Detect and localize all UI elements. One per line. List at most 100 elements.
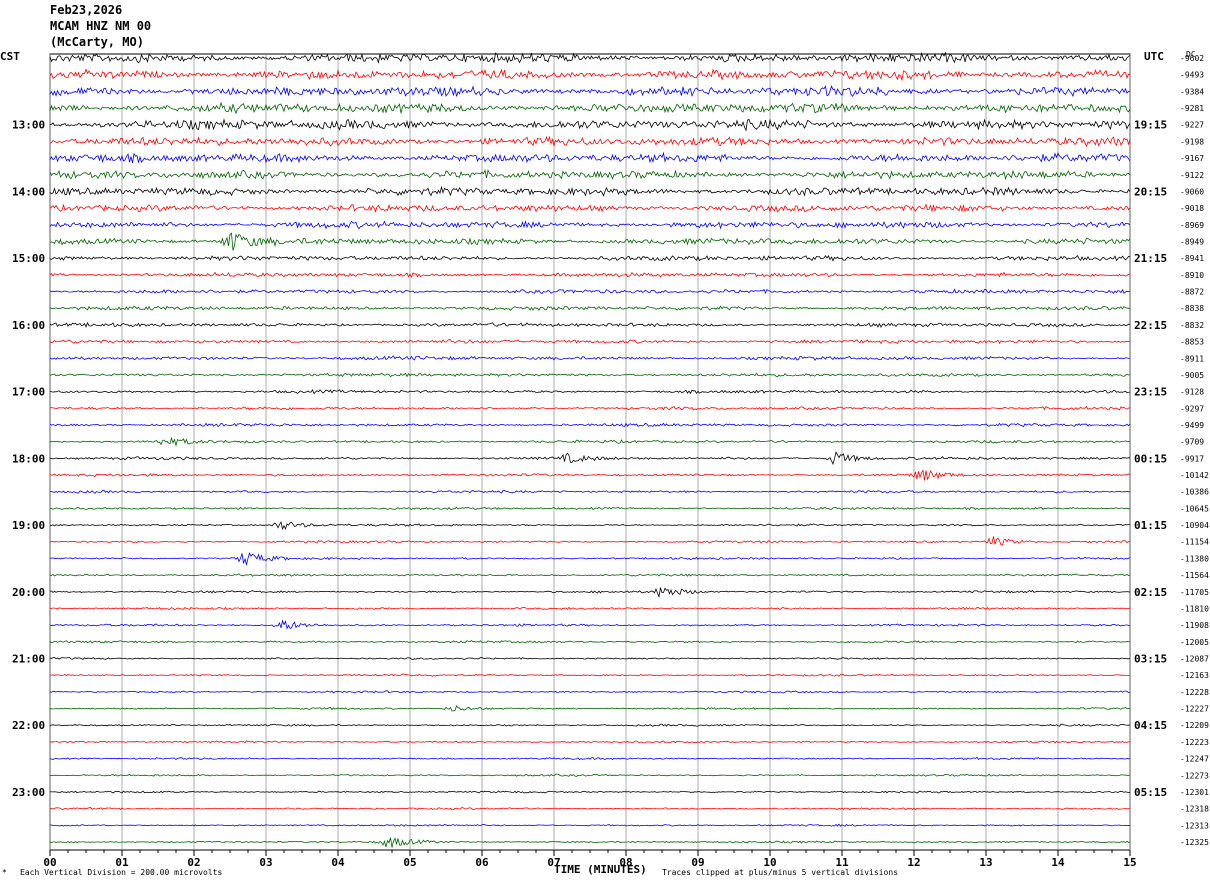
dc-offset-label: -9198: [1180, 137, 1204, 146]
seismic-trace: [49, 305, 1131, 312]
scale-note: Each Vertical Division = 200.00 microvol…: [20, 868, 223, 877]
dc-offset-label: -9122: [1180, 171, 1204, 180]
cst-time-label: 23:00: [12, 786, 45, 799]
utc-time-label: 22:15: [1134, 319, 1167, 332]
seismic-trace: [49, 807, 1131, 811]
x-tick-label: 04: [331, 856, 345, 869]
utc-time-label: 19:15: [1134, 119, 1167, 132]
seismic-trace: [49, 573, 1131, 577]
seismic-trace: [49, 705, 1131, 712]
seismic-trace: [49, 587, 1131, 599]
dc-offset-label: -8910: [1180, 271, 1204, 280]
dc-offset-label: -8853: [1180, 338, 1204, 347]
seismic-trace: [49, 521, 1130, 531]
seismic-trace: [49, 203, 1131, 213]
utc-time-label: 04:15: [1134, 719, 1167, 732]
dc-offset-label: -8911: [1180, 354, 1204, 363]
dc-offset-label: -9917: [1180, 454, 1204, 463]
seismic-trace: [49, 185, 1131, 197]
dc-offset-label: -12209: [1180, 721, 1209, 730]
seismic-trace: [49, 372, 1131, 378]
cst-time-label: 15:00: [12, 252, 45, 265]
cst-time-label: 14:00: [12, 185, 45, 198]
dc-offset-label: -9128: [1180, 388, 1204, 397]
seismic-trace: [49, 639, 1131, 644]
cst-time-label: 21:00: [12, 653, 45, 666]
seismic-trace: [49, 506, 1131, 511]
seismic-trace: [49, 169, 1131, 181]
helicorder-plot: 00 01 02 03 04 05 06 07 08 09 10 11 12 13 14 15-9602-94…: [12, 51, 1209, 869]
utc-time-label: 21:15: [1134, 252, 1167, 265]
dc-offset-label: -9227: [1180, 121, 1204, 130]
seismic-trace: [49, 469, 1131, 481]
x-axis-title: TIME (MINUTES): [554, 863, 647, 876]
seismic-trace: [49, 656, 1131, 660]
dc-offset-label: -10904: [1180, 521, 1209, 530]
note-marker: *: [2, 868, 7, 877]
seismic-trace: [49, 489, 1131, 494]
seismic-trace: [49, 118, 1131, 132]
seismic-trace: [50, 606, 1131, 611]
seismic-trace: [49, 436, 1131, 447]
seismic-trace: [49, 450, 1131, 466]
dc-offset-label: -11154: [1180, 538, 1209, 547]
dc-offset-label: -8949: [1180, 237, 1204, 246]
seismic-trace: [49, 823, 1131, 827]
seismic-trace: [49, 422, 1131, 428]
seismic-trace: [49, 837, 1131, 848]
dc-offset-label: -12313: [1180, 821, 1209, 830]
dc-offset-label: -9384: [1180, 87, 1204, 96]
dc-offset-label: -8969: [1180, 221, 1204, 230]
seismic-trace: [49, 536, 1131, 546]
seismic-trace: [49, 551, 1131, 566]
dc-offset-label: -11810: [1180, 604, 1209, 613]
seismic-trace: [49, 405, 1131, 411]
seismic-trace: [49, 756, 1131, 761]
seismic-trace: [49, 673, 1130, 677]
dc-offset-label: -11705: [1180, 588, 1209, 597]
seismic-trace: [49, 101, 1131, 115]
seismic-trace: [49, 288, 1131, 295]
dc-offset-label: -9709: [1180, 438, 1204, 447]
cst-time-label: 19:00: [12, 519, 45, 532]
x-tick-label: 12: [907, 856, 920, 869]
utc-time-label: 00:15: [1134, 452, 1167, 465]
dc-offset-label: -8838: [1180, 304, 1204, 313]
dc-offset-label: -10645: [1180, 504, 1209, 513]
seismic-trace: [49, 68, 1131, 82]
dc-offset-label: -8872: [1180, 288, 1204, 297]
dc-offset-label: -11380: [1180, 554, 1209, 563]
dc-offset-label: -12087: [1180, 655, 1209, 664]
dc-offset-label: -12228: [1180, 688, 1209, 697]
dc-offset-label: -12223: [1180, 738, 1209, 747]
cst-time-label: 22:00: [12, 719, 45, 732]
dc-offset-label: -9018: [1180, 204, 1204, 213]
clip-note: Traces clipped at plus/minus 5 vertical …: [662, 868, 899, 877]
utc-time-label: 23:15: [1134, 386, 1167, 399]
utc-time-label: 20:15: [1134, 185, 1167, 198]
dc-offset-label: -9297: [1180, 404, 1204, 413]
dc-offset-label: -9060: [1180, 187, 1204, 196]
seismic-trace: [49, 85, 1131, 98]
dc-offset-label: -12247: [1180, 755, 1209, 764]
dc-offset-label: -10142: [1180, 471, 1209, 480]
dc-offset-label: -10386: [1180, 488, 1209, 497]
dc-offset-label: -12301: [1180, 788, 1209, 797]
dc-offset-label: -9167: [1180, 154, 1204, 163]
seismic-trace: [49, 271, 1131, 278]
x-tick-label: 14: [1051, 856, 1065, 869]
utc-time-label: 03:15: [1134, 653, 1167, 666]
cst-time-label: 18:00: [12, 452, 45, 465]
dc-offset-label: -9602: [1180, 54, 1204, 63]
seismic-trace: [49, 790, 1131, 794]
x-tick-label: 15: [1123, 856, 1136, 869]
seismic-trace: [49, 339, 1131, 345]
seismic-trace: [49, 151, 1131, 164]
x-tick-label: 05: [403, 856, 416, 869]
dc-offset-label: -12227: [1180, 705, 1209, 714]
seismic-trace: [49, 690, 1130, 694]
dc-offset-label: -12325: [1180, 838, 1209, 847]
cst-time-label: 20:00: [12, 586, 45, 599]
utc-time-label: 05:15: [1134, 786, 1167, 799]
seismic-trace: [49, 219, 1131, 230]
